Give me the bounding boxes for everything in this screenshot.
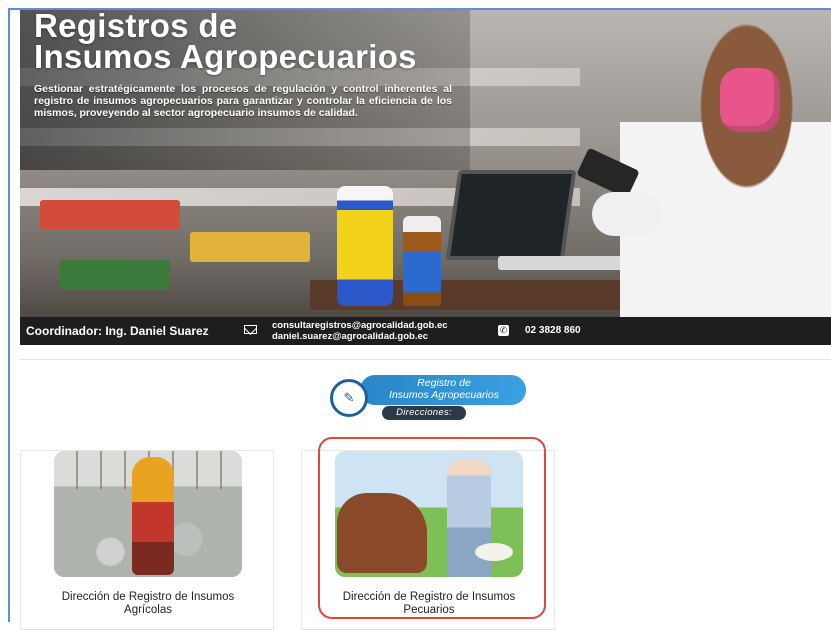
coordinator-label: Coordinador: Ing. Daniel Suarez xyxy=(26,324,209,338)
hero-title-line1: Registros de xyxy=(34,10,238,44)
badge-title: Registro de Insumos Agropecuarios xyxy=(366,377,522,401)
contact-bar: Coordinador: Ing. Daniel Suarez consulta… xyxy=(20,317,831,345)
card-label-line2[interactable]: Agrícolas xyxy=(31,604,265,617)
card-label-agricolas[interactable]: Dirección de Registro de Insumos Agrícol… xyxy=(31,591,265,617)
badge-title-line2: Insumos Agropecuarios xyxy=(389,389,499,401)
laptop-base-image xyxy=(498,256,638,270)
respirator-mask-image xyxy=(720,68,780,132)
contact-emails: consultaregistros@agrocalidad.gob.ec dan… xyxy=(272,320,448,342)
phone-icon: ✆ xyxy=(498,325,509,336)
registry-badge: ✎ Registro de Insumos Agropecuarios Dire… xyxy=(330,375,528,421)
registry-logo-icon: ✎ xyxy=(330,379,368,417)
worker-figure xyxy=(132,457,174,575)
badge-title-line1: Registro de xyxy=(417,377,471,389)
section-divider xyxy=(20,359,831,360)
hero-title: Registros de Insumos Agropecuarios xyxy=(34,10,417,75)
hero-title-line2: Insumos Agropecuarios xyxy=(34,38,417,75)
product-jar-image xyxy=(337,186,393,306)
card-insumos-agricolas[interactable]: Dirección de Registro de Insumos Agrícol… xyxy=(20,450,274,630)
shelf-products xyxy=(40,200,180,230)
mail-icon xyxy=(244,325,257,334)
shelf-products xyxy=(60,260,170,290)
shelf-products xyxy=(190,232,310,262)
laptop-image xyxy=(445,170,577,260)
glove-image xyxy=(592,192,662,236)
technician-image xyxy=(620,10,831,330)
hero-description: Gestionar estratégicamente los procesos … xyxy=(34,83,452,119)
agricultural-worker-image[interactable] xyxy=(54,451,242,577)
product-bottle-image xyxy=(403,216,441,306)
highlight-outline xyxy=(318,437,546,619)
email-link-1[interactable]: consultaregistros@agrocalidad.gob.ec xyxy=(272,320,448,331)
card-label-line1[interactable]: Dirección de Registro de Insumos xyxy=(31,591,265,604)
email-link-2[interactable]: daniel.suarez@agrocalidad.gob.ec xyxy=(272,331,448,342)
phone-number: 02 3828 860 xyxy=(525,325,581,336)
directions-tag: Direcciones: xyxy=(382,406,466,420)
hero-banner: Registros de Insumos Agropecuarios Gesti… xyxy=(20,10,831,345)
